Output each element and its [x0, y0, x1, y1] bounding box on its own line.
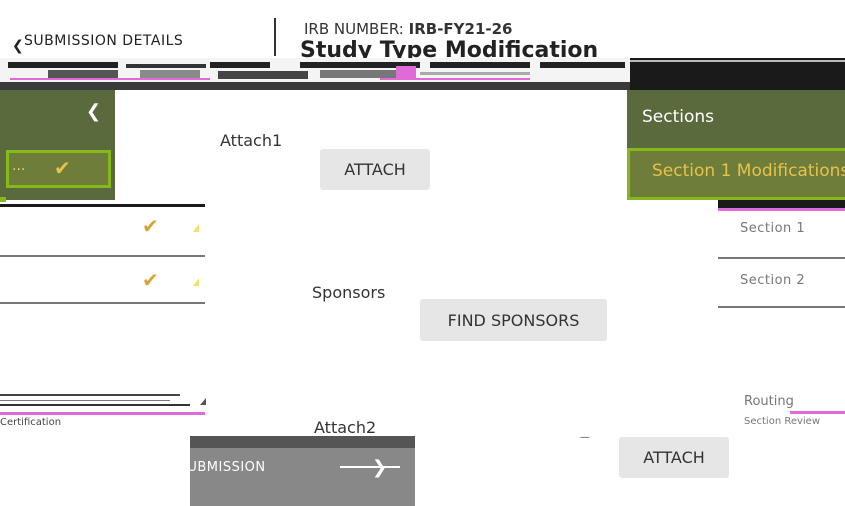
sidebar-divider: [0, 204, 205, 207]
glitch-artifact: [790, 411, 845, 414]
irb-number: IRB NUMBER: IRB-FY21-26: [304, 20, 513, 38]
attach2-button[interactable]: ATTACH: [619, 437, 729, 478]
page-title: Study Type Modification: [300, 38, 599, 58]
sections-divider: [718, 200, 845, 208]
attach1-label: Attach1: [220, 131, 283, 150]
find-sponsors-button[interactable]: FIND SPONSORS: [420, 299, 607, 341]
list-item[interactable]: [0, 210, 205, 257]
glitch-artifact: [340, 466, 400, 468]
section-item-label: Section 1: [740, 221, 806, 236]
attach1-button[interactable]: ATTACH: [320, 149, 430, 190]
status-marker: [200, 398, 206, 405]
section-item-label: Section 2: [740, 273, 806, 288]
section-item-routing[interactable]: Routing: [744, 394, 794, 409]
header-right-block: [630, 58, 845, 90]
glitch-artifact: [0, 58, 630, 82]
sections-title: Sections: [642, 107, 715, 127]
header-divider: [274, 18, 276, 56]
back-arrow-icon[interactable]: ❮: [12, 38, 24, 54]
check-icon: ✔: [54, 156, 71, 180]
header-right-line: [630, 60, 845, 62]
glitch-artifact: [190, 436, 415, 448]
check-icon: ✔: [142, 268, 159, 292]
irb-number-label: IRB NUMBER:: [304, 20, 404, 38]
status-marker: [193, 278, 199, 286]
sponsors-label: Sponsors: [312, 283, 386, 302]
glitch-artifact: —: [580, 432, 590, 443]
left-active-item-label: ...: [12, 158, 26, 174]
submission-details-link[interactable]: SUBMISSION DETAILS: [24, 33, 183, 49]
chevron-right-icon[interactable]: ❯: [372, 457, 387, 478]
list-item[interactable]: [0, 257, 205, 304]
complete-submission-button[interactable]: COMPLETE SUBMISSION: [100, 460, 266, 475]
irb-number-value: IRB-FY21-26: [408, 20, 513, 38]
sections-active-item-label: Section 1 Modifications: [652, 161, 845, 181]
status-marker: [193, 224, 199, 232]
glitch-artifact: [0, 412, 205, 415]
attach2-label: Attach2: [314, 418, 377, 436]
header-rule: [0, 82, 630, 90]
left-bottom-item[interactable]: Certification: [0, 417, 61, 428]
chevron-left-icon[interactable]: ❮: [86, 101, 101, 122]
section-item-sublabel: Section Review: [744, 416, 821, 427]
check-icon: ✔: [142, 214, 159, 238]
glitch-artifact: [0, 197, 6, 202]
